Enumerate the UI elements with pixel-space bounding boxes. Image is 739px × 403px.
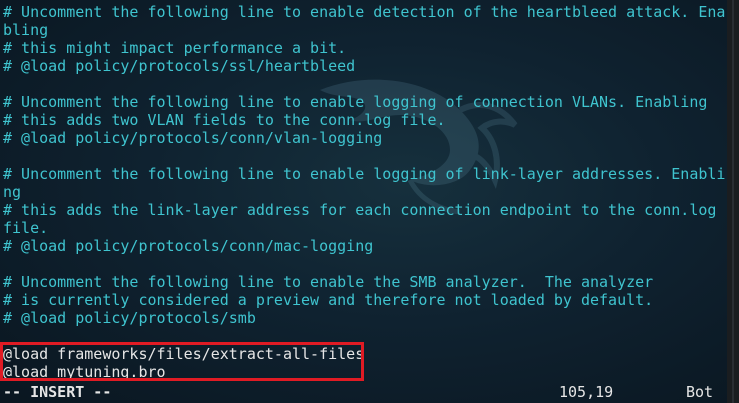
comment-line: # Uncomment the following line to enable… — [3, 3, 726, 21]
comment-line: # Uncomment the following line to enable… — [3, 273, 654, 291]
scroll-position: Bot — [686, 383, 714, 401]
vertical-scrollbar[interactable] — [727, 0, 739, 403]
highlight-annotation-box — [0, 342, 364, 381]
comment-line: # Uncomment the following line to enable… — [3, 165, 726, 183]
comment-line: # @load policy/protocols/conn/vlan-loggi… — [3, 129, 383, 147]
comment-line: # this adds the link-layer address for e… — [3, 201, 717, 219]
scrollbar-track — [732, 0, 734, 403]
comment-line: # this might impact performance a bit. — [3, 39, 347, 57]
comment-line: ng — [3, 183, 22, 201]
comment-line: # is currently considered a preview and … — [3, 291, 654, 309]
vim-mode-indicator: -- INSERT -- — [3, 383, 112, 401]
comment-line: # @load policy/protocols/smb — [3, 309, 256, 327]
comment-line: # @load policy/protocols/ssl/heartbleed — [3, 57, 356, 75]
terminal-window[interactable]: # Uncomment the following line to enable… — [0, 0, 739, 403]
cursor-position: 105,19 — [559, 383, 614, 401]
comment-line: bling — [3, 21, 49, 39]
comment-line: # @load policy/protocols/conn/mac-loggin… — [3, 237, 374, 255]
comment-line: # this adds two VLAN fields to the conn.… — [3, 111, 446, 129]
comment-line: file. — [3, 219, 49, 237]
comment-line: # Uncomment the following line to enable… — [3, 93, 708, 111]
editor-buffer[interactable]: # Uncomment the following line to enable… — [3, 3, 727, 381]
